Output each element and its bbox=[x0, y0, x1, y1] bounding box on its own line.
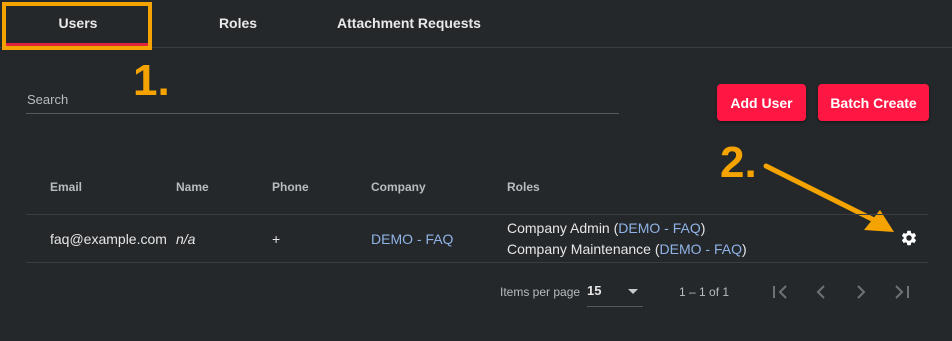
cell-name: n/a bbox=[176, 231, 196, 247]
role-company-link[interactable]: DEMO - FAQ bbox=[618, 220, 700, 236]
cell-role-line: Company Maintenance (DEMO - FAQ) bbox=[507, 241, 747, 257]
tab-attachment-requests[interactable]: Attachment Requests bbox=[322, 0, 496, 46]
cell-email: faq@example.com bbox=[50, 231, 167, 247]
step-2-annotation: 2. bbox=[720, 138, 757, 187]
first-page-icon[interactable] bbox=[771, 283, 791, 301]
tab-highlight-annotation bbox=[2, 2, 152, 50]
column-header-company[interactable]: Company bbox=[371, 180, 426, 194]
last-page-icon[interactable] bbox=[891, 283, 911, 301]
column-header-roles[interactable]: Roles bbox=[507, 180, 540, 194]
page-size-value: 15 bbox=[587, 283, 602, 298]
column-header-email[interactable]: Email bbox=[50, 180, 82, 194]
dropdown-arrow-icon bbox=[628, 289, 638, 294]
batch-create-button[interactable]: Batch Create bbox=[818, 84, 929, 121]
cell-company-link[interactable]: DEMO - FAQ bbox=[371, 231, 453, 247]
cell-phone: + bbox=[272, 231, 281, 247]
add-user-button[interactable]: Add User bbox=[717, 84, 806, 121]
search-input[interactable] bbox=[26, 86, 619, 114]
role-name: Company Admin bbox=[507, 220, 610, 236]
role-company-link[interactable]: DEMO - FAQ bbox=[660, 241, 742, 257]
page-range: 1 – 1 of 1 bbox=[679, 285, 730, 299]
row-divider bbox=[26, 262, 928, 263]
column-header-name[interactable]: Name bbox=[176, 180, 209, 194]
items-per-page-label: Items per page bbox=[500, 285, 581, 299]
tab-roles[interactable]: Roles bbox=[198, 0, 278, 46]
next-page-icon[interactable] bbox=[851, 283, 871, 301]
column-header-phone[interactable]: Phone bbox=[272, 180, 309, 194]
gear-icon[interactable] bbox=[900, 229, 918, 247]
page-size-select[interactable]: 15 bbox=[587, 278, 643, 307]
role-name: Company Maintenance bbox=[507, 241, 651, 257]
cell-role-line: Company Admin (DEMO - FAQ) bbox=[507, 220, 706, 236]
previous-page-icon[interactable] bbox=[811, 283, 831, 301]
